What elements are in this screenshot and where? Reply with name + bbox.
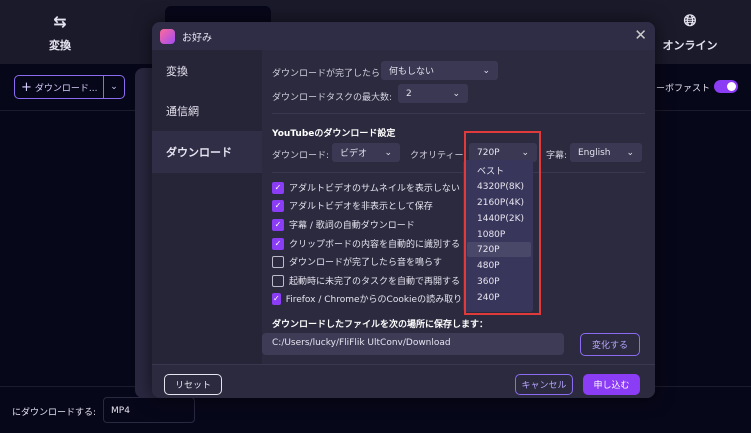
checkbox-save-hidden[interactable]: ✓ アダルトビデオを非表示として保存 (272, 199, 433, 212)
max-tasks-label: ダウンロードタスクの最大数: (272, 93, 393, 103)
nav-convert-label: 変換 (49, 38, 71, 52)
checkbox-cookies[interactable]: ✓ Firefox / ChromeからのCookieの読み取りを許 (272, 292, 472, 305)
max-tasks-select[interactable]: 2 ⌄ (398, 84, 468, 103)
after-complete-select[interactable]: 何もしない ⌄ (381, 61, 498, 80)
checkbox-label: 起動時に未完了のタスクを自動で再開する (289, 277, 461, 287)
save-path-field[interactable]: C:/Users/lucky/FliFlik UltConv/Download (262, 333, 564, 355)
nav-online[interactable]: 🌐︎ オンライン (655, 0, 725, 64)
chevron-down-icon: ⌄ (452, 88, 460, 99)
checkbox-unchecked-icon[interactable] (272, 274, 284, 287)
checkbox-hide-thumbnails[interactable]: ✓ アダルトビデオのサムネイルを表示しない (272, 181, 460, 194)
format-label: にダウンロードする: (12, 408, 97, 418)
after-complete-value: 何もしない (389, 67, 435, 77)
dialog-footer: リセット キャンセル 申し込む (152, 364, 655, 398)
change-path-button[interactable]: 変化する (580, 333, 640, 356)
format-select[interactable]: MP4 (103, 397, 195, 423)
apply-button[interactable]: 申し込む (583, 374, 640, 395)
sidebar-item-network[interactable]: 通信網 (152, 90, 262, 132)
highlight-box (464, 131, 541, 315)
youtube-heading: YouTubeのダウンロード設定 (272, 129, 396, 139)
download-type-select[interactable]: ビデオ ⌄ (332, 143, 400, 162)
divider (272, 172, 645, 173)
checkbox-label: ダウンロードが完了したら音を鳴らす (289, 258, 442, 268)
checkbox-auto-subtitles[interactable]: ✓ 字幕 / 歌詞の自動ダウンロード (272, 218, 415, 231)
checkbox-label: Firefox / ChromeからのCookieの読み取りを許 (285, 295, 472, 305)
download-button-label: ダウンロード... (34, 83, 98, 94)
chevron-down-icon: ⌄ (482, 65, 490, 76)
checkbox-checked-icon[interactable]: ✓ (272, 292, 281, 305)
subtitle-label: 字幕: (546, 151, 568, 161)
chevron-down-icon: ⌄ (384, 147, 392, 158)
cancel-button[interactable]: キャンセル (515, 374, 573, 395)
download-button[interactable]: + ダウンロード... ⌄ (14, 75, 125, 99)
sidebar-item-download[interactable]: ダウンロード (152, 131, 262, 173)
sidebar-item-convert[interactable]: 変換 (152, 50, 262, 92)
reset-button[interactable]: リセット (164, 374, 222, 395)
max-tasks-value: 2 (406, 88, 412, 99)
chevron-down-icon[interactable]: ⌄ (104, 82, 124, 92)
checkbox-clipboard[interactable]: ✓ クリップボードの内容を自動的に識別する (272, 237, 460, 250)
divider (272, 113, 645, 114)
checkbox-checked-icon[interactable]: ✓ (272, 237, 284, 250)
download-type-value: ビデオ (340, 149, 368, 159)
nav-online-label: オンライン (662, 39, 718, 52)
turbo-toggle[interactable] (714, 80, 738, 93)
save-location-label: ダウンロードしたファイルを次の場所に保存します： (272, 320, 489, 330)
settings-sidebar: 変換 通信網 ダウンロード (152, 50, 262, 364)
checkbox-label: アダルトビデオを非表示として保存 (289, 202, 433, 212)
dialog-titlebar: お好み (152, 22, 655, 50)
download-type-label: ダウンロード: (272, 151, 330, 161)
checkbox-checked-icon[interactable]: ✓ (272, 181, 284, 194)
checkbox-sound[interactable]: ダウンロードが完了したら音を鳴らす (272, 255, 442, 268)
plus-icon: + (21, 79, 32, 95)
subtitle-value: English (578, 147, 611, 158)
download-settings: ダウンロードが完了したら 何もしない ⌄ ダウンロードタスクの最大数: 2 ⌄ Yo… (262, 50, 655, 364)
checkbox-label: 字幕 / 歌詞の自動ダウンロード (289, 221, 415, 231)
chevron-down-icon: ⌄ (626, 147, 634, 158)
close-icon[interactable]: ✕ (634, 26, 647, 44)
checkbox-label: クリップボードの内容を自動的に識別する (289, 240, 461, 250)
dialog-title: お好み (182, 32, 212, 44)
globe-icon: 🌐︎ (683, 11, 697, 30)
checkbox-checked-icon[interactable]: ✓ (272, 218, 284, 231)
convert-arrows-icon: ⇆ (53, 11, 67, 31)
after-complete-label: ダウンロードが完了したら (272, 69, 381, 79)
checkbox-unchecked-icon[interactable] (272, 255, 284, 268)
nav-convert[interactable]: ⇆ 変換 (30, 0, 90, 64)
checkbox-checked-icon[interactable]: ✓ (272, 199, 284, 212)
quality-label: クオリティー: (410, 151, 467, 161)
checkbox-label: アダルトビデオのサムネイルを表示しない (289, 184, 460, 194)
subtitle-select[interactable]: English ⌄ (570, 143, 642, 162)
checkbox-resume[interactable]: 起動時に未完了のタスクを自動で再開する (272, 274, 460, 287)
turbo-label: ーボファスト (656, 84, 711, 94)
app-logo-icon (160, 28, 175, 44)
